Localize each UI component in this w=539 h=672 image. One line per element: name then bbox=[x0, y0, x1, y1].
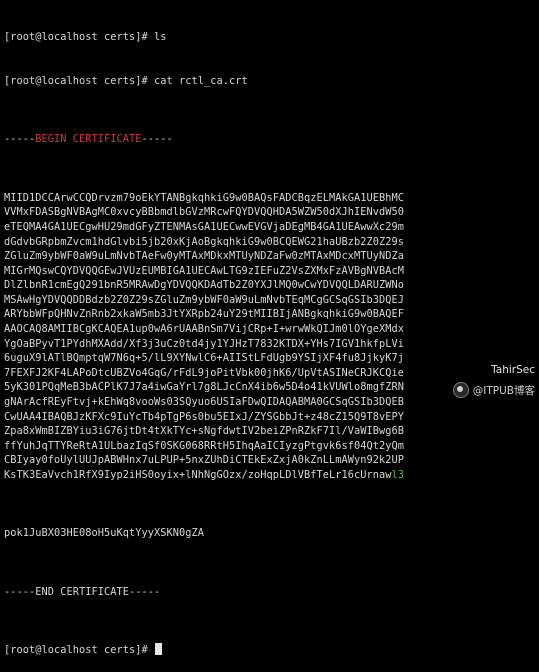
cert-body-line: dGdvbGRpbmZvcm1hdGlvbi5jb20xKjAoBgkqhkiG… bbox=[4, 235, 539, 250]
cert-body-line: 6uguX9lATlBQmptqW7N6q+5/lL9XYNwlC6+AIISt… bbox=[4, 351, 539, 366]
cert-body-line: ZGluZm9ybWF0aW9uLmNvbTAeFw0yMTAxMDkxMTUy… bbox=[4, 249, 539, 264]
cert-body-line: VVMxFDASBgNVBAgMC0xvcyBBbmdlbGVzMRcwFQYD… bbox=[4, 205, 539, 220]
cert-begin-label: BEGIN CERTIFICATE bbox=[35, 133, 142, 146]
cert-body-line: Zpa8xWmBIZBYiu3iG76jtDt4tXkTYc+sNgfdwtIV… bbox=[4, 424, 539, 439]
cert-body-line: AAOCAQ8AMIIBCgKCAQEA1up0wA6rUAABnSm7VijC… bbox=[4, 322, 539, 337]
cert-body: MIID1DCCArwCCQDrvzm79oEkYTANBgkqhkiG9w0B… bbox=[4, 191, 539, 483]
cert-body-line-text: MIGrMQswCQYDVQQGEwJVUzEUMBIGA1UECAwLTG9z… bbox=[4, 264, 404, 277]
cert-body-line-tail: l3 bbox=[391, 469, 404, 481]
cert-body-line: MSAwHgYDVQQDDBdzb2Z0Z29sZGluZm9ybWF0aW9u… bbox=[4, 293, 539, 308]
cert-body-line: DlZlbnR1cmEgQ291bnR5MRAwDgYDVQQKDAdTb2Z0… bbox=[4, 278, 539, 293]
cert-body-line-text: VVMxFDASBgNVBAgMC0xvcyBBbmdlbGVzMRcwFQYD… bbox=[4, 206, 404, 219]
cert-body-line-text: AAOCAQ8AMIIBCgKCAQEA1up0wA6rUAABnSm7VijC… bbox=[4, 323, 404, 336]
cert-body-line-text: gNArAcfREyFtvj+kEhWq8vooWs03SQyuo6USIaFD… bbox=[4, 396, 404, 409]
terminal-cursor bbox=[154, 643, 162, 656]
cert-body-line: YgOaBPyvT1PYdhMXAdd/Xf3j3uCz0td4jy1YJHzT… bbox=[4, 337, 539, 352]
terminal-window[interactable]: [root@localhost certs]# ls [root@localho… bbox=[4, 1, 539, 656]
cert-body-last-text: pok1JuBX03HE08oH5uKqtYyyXSKN0gZA bbox=[4, 527, 204, 540]
cert-body-line: ffYuhJqTTYReRtA1ULbazIqSf0SKG068RRtH5Ihq… bbox=[4, 439, 539, 454]
cert-body-line-text: CwUAA4IBAQBJzKFXc9IuYcTb4pTgP6s0bu5EIxJ/… bbox=[4, 410, 404, 423]
cert-body-line: CwUAA4IBAQBJzKFXc9IuYcTb4pTgP6s0bu5EIxJ/… bbox=[4, 410, 539, 425]
watermark-top-text: TahirSec bbox=[491, 364, 535, 376]
cert-body-line: MIID1DCCArwCCQDrvzm79oEkYTANBgkqhkiG9w0B… bbox=[4, 191, 539, 206]
command-line-cat: [root@localhost certs]# cat rctl_ca.crt bbox=[4, 74, 248, 87]
cert-end-footer: -----END CERTIFICATE----- bbox=[4, 585, 161, 598]
cert-body-line-text: ARYbbWFpQHNvZnRnb2xkaW5mb3JtYXRpb24uY29t… bbox=[4, 308, 404, 321]
cert-body-line-text: DlZlbnR1cmEgQ291bnR5MRAwDgYDVQQKDAdTb2Z0… bbox=[4, 279, 404, 292]
cert-body-line-text: MSAwHgYDVQQDDBdzb2Z0Z29sZGluZm9ybWF0aW9u… bbox=[4, 293, 404, 306]
watermark-text: @ITPUB博客 bbox=[472, 384, 535, 397]
cert-body-line: 7FEXFJ2KF4LAPoDtcUBZVo4GqG/rFdL9joPitVbk… bbox=[4, 366, 539, 381]
cert-body-line-text: 6uguX9lATlBQmptqW7N6q+5/lL9XYNwlC6+AIISt… bbox=[4, 352, 404, 365]
cert-body-line-text: MIID1DCCArwCCQDrvzm79oEkYTANBgkqhkiG9w0B… bbox=[4, 191, 404, 204]
cert-body-line: MIGrMQswCQYDVQQGEwJVUzEUMBIGA1UECAwLTG9z… bbox=[4, 264, 539, 279]
cert-body-line-text: 5yK301PQqMeB3bACPlK7J7a4iwGaYrl7g8LJcCnX… bbox=[4, 381, 404, 394]
final-prompt: [root@localhost certs]# bbox=[4, 644, 148, 657]
cert-begin-suffix: ----- bbox=[141, 133, 173, 146]
cert-body-line: eTEQMA4GA1UECgwHU29mdGFyZTENMAsGA1UECwwE… bbox=[4, 220, 539, 235]
final-prompt-line[interactable]: [root@localhost certs]# bbox=[4, 643, 539, 658]
watermark: @ITPUB博客 bbox=[452, 382, 535, 398]
watermark-logo-icon bbox=[452, 382, 469, 398]
cert-body-line: ARYbbWFpQHNvZnRnb2xkaW5mb3JtYXRpb24uY29t… bbox=[4, 307, 539, 322]
cert-body-line-text: 7FEXFJ2KF4LAPoDtcUBZVo4GqG/rFdL9joPitVbk… bbox=[4, 366, 404, 379]
cert-body-line-text: KsTK3EaVvch1RfX9Iyp2iHS0oyix+lNhNgGOzx/z… bbox=[4, 469, 392, 481]
cert-body-line-text: ffYuhJqTTYReRtA1ULbazIqSf0SKG068RRtH5Ihq… bbox=[4, 439, 404, 452]
cert-body-line-text: YgOaBPyvT1PYdhMXAdd/Xf3j3uCz0td4jy1YJHzT… bbox=[4, 337, 404, 350]
cert-body-line-text: eTEQMA4GA1UECgwHU29mdGFyZTENMAsGA1UECwwE… bbox=[4, 220, 404, 233]
cert-body-line-text: Zpa8xWmBIZBYiu3iG76jtDt4tXkTYc+sNgfdwtIV… bbox=[4, 425, 404, 438]
cert-body-line: KsTK3EaVvch1RfX9Iyp2iHS0oyix+lNhNgGOzx/z… bbox=[4, 468, 539, 483]
cert-body-line-text: ZGluZm9ybWF0aW9uLmNvbTAeFw0yMTAxMDkxMTUy… bbox=[4, 250, 404, 263]
cert-body-line-text: CBIyay0foUylUUJpABWHnx7uLPUP+5nxZUhDiCTE… bbox=[4, 454, 404, 467]
cert-begin-prefix: ----- bbox=[4, 133, 36, 146]
cert-body-last-line: pok1JuBX03HE08oH5uKqtYyyXSKN0gZA bbox=[4, 526, 539, 541]
command-line-ls: [root@localhost certs]# ls bbox=[4, 31, 167, 44]
cert-body-line-text: dGdvbGRpbmZvcm1hdGlvbi5jb20xKjAoBgkqhkiG… bbox=[4, 235, 404, 248]
cert-begin-header: -----BEGIN CERTIFICATE----- bbox=[4, 132, 539, 147]
cert-body-line: CBIyay0foUylUUJpABWHnx7uLPUP+5nxZUhDiCTE… bbox=[4, 453, 539, 468]
